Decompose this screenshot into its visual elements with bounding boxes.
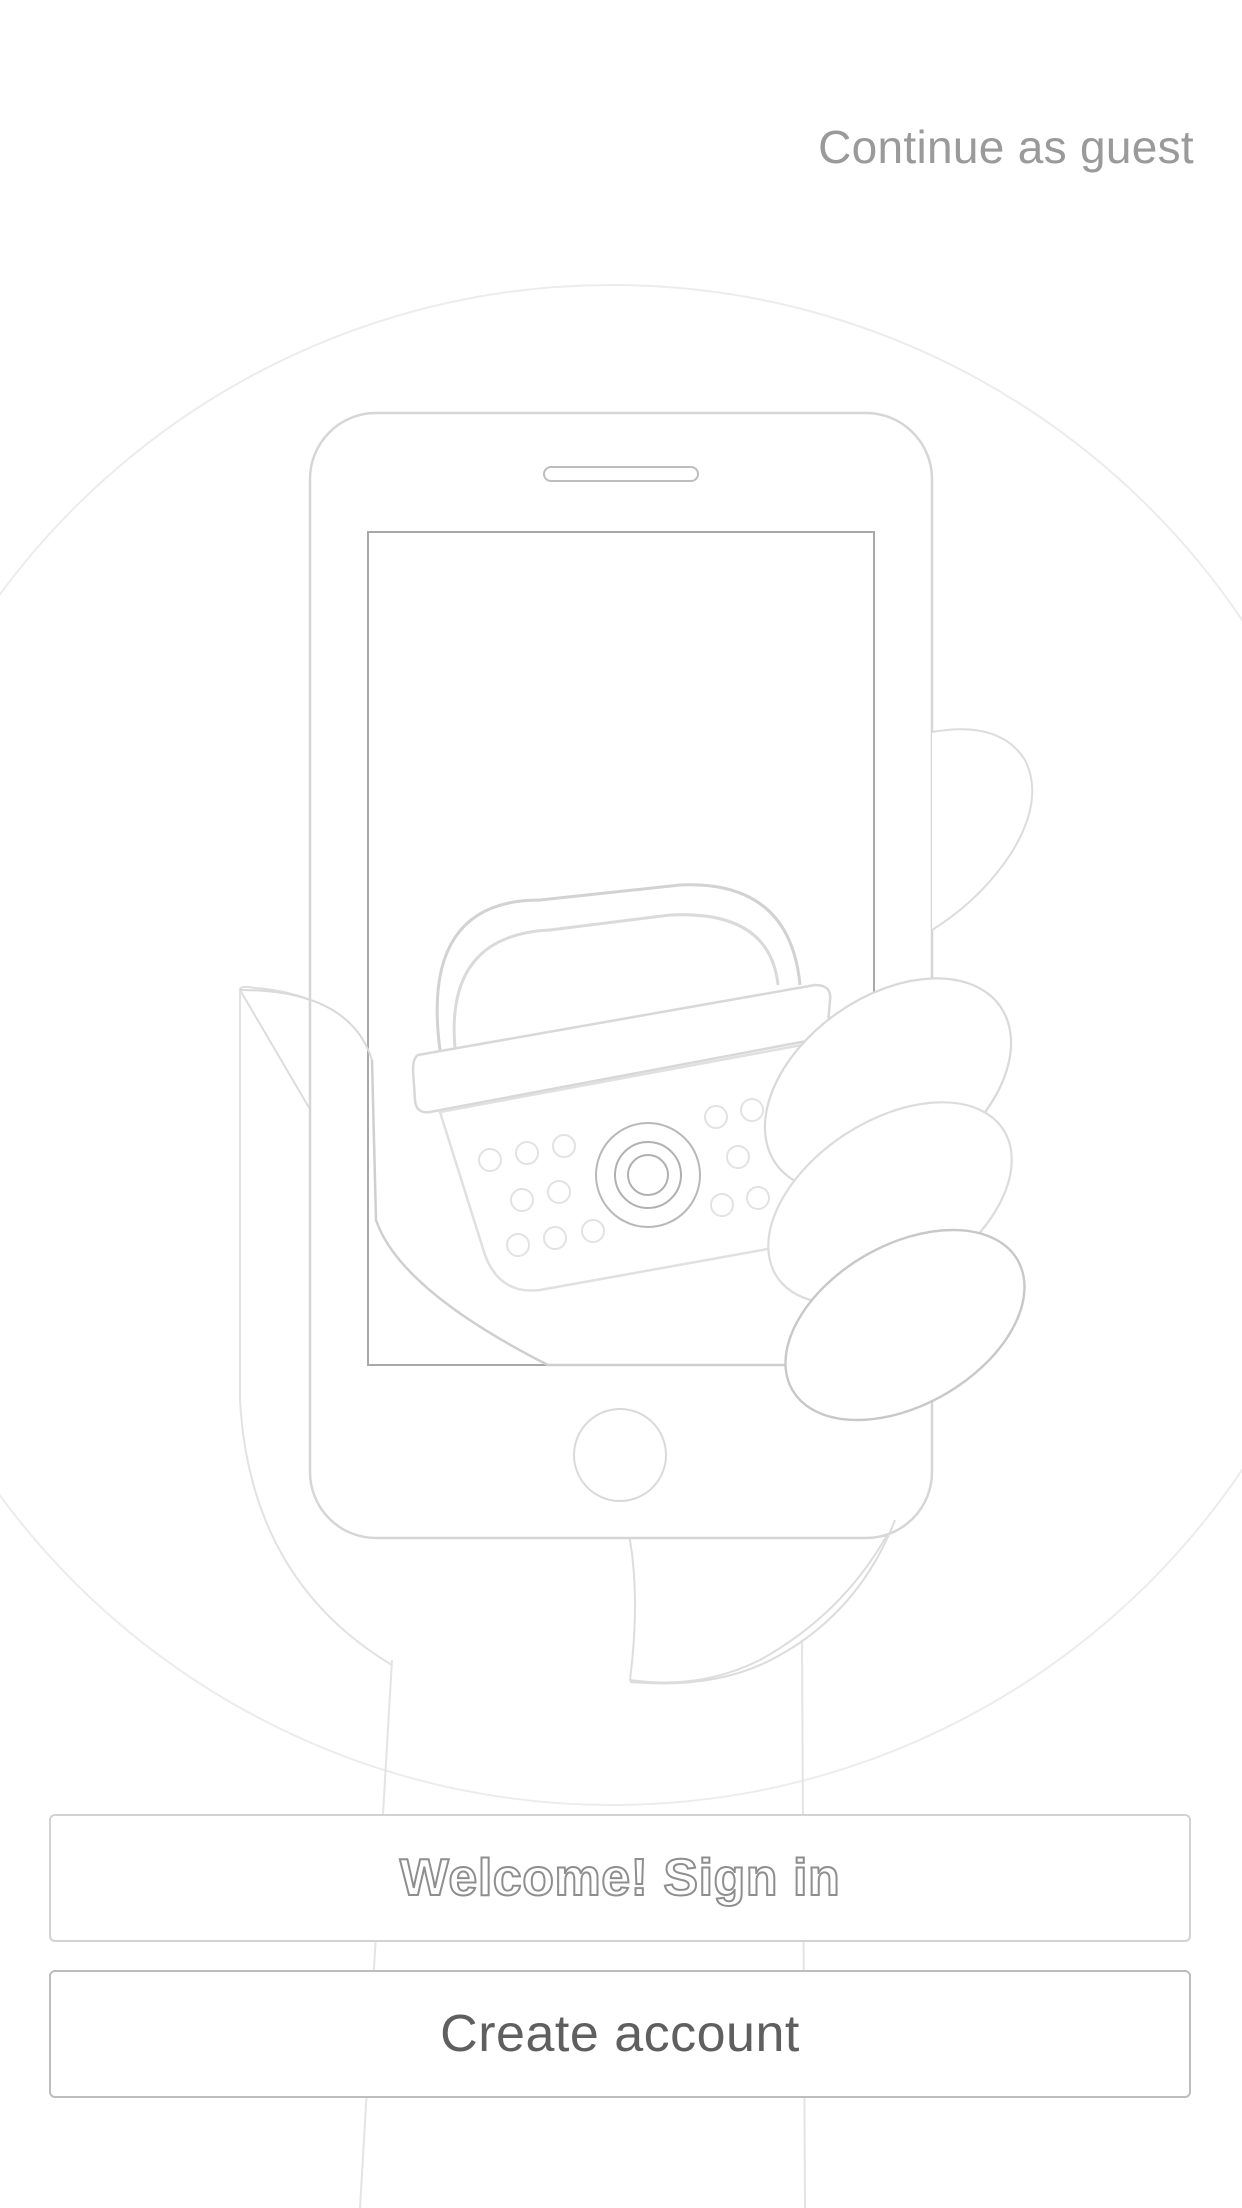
continue-as-guest-link[interactable]: Continue as guest [818,120,1194,174]
create-account-button-label: Create account [440,2005,800,2063]
sign-in-button[interactable]: Welcome! Sign in [49,1814,1191,1942]
phone-speaker [543,466,699,482]
basket-target-inner [627,1154,669,1196]
sign-in-button-label: Welcome! Sign in [399,1848,841,1908]
create-account-button[interactable]: Create account [49,1970,1191,2098]
welcome-screen: Continue as guest Welcome! Sign in Creat… [0,0,1242,2208]
home-button [573,1408,667,1502]
